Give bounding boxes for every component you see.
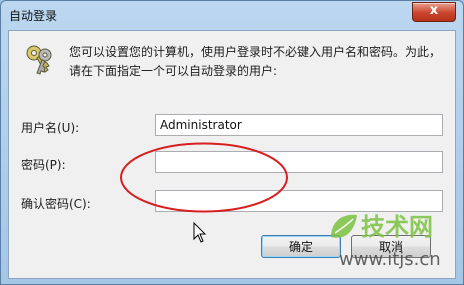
title-bar[interactable]: 自动登录 x xyxy=(1,1,463,29)
password-label: 密码(P): xyxy=(21,158,66,172)
password-field[interactable] xyxy=(155,151,443,173)
ok-button[interactable]: 确定 xyxy=(261,235,341,258)
close-button[interactable]: x xyxy=(412,2,456,22)
confirm-password-field[interactable] xyxy=(155,190,443,212)
cancel-button[interactable]: 取消 xyxy=(351,235,431,258)
close-icon: x xyxy=(429,3,439,18)
keys-icon xyxy=(26,45,52,75)
confirm-password-label: 确认密码(C): xyxy=(21,197,91,211)
dialog-body: 您可以设置您的计算机，使用户登录时不必键入用户名和密码。为此，请在下面指定一个可… xyxy=(8,30,456,279)
window-title: 自动登录 xyxy=(9,9,58,23)
auto-logon-dialog: 自动登录 x 您可以设置您的计算机，使用户登录时不必键入用户名和密码。为此，请在… xyxy=(0,0,464,285)
instruction-text: 您可以设置您的计算机，使用户登录时不必键入用户名和密码。为此，请在下面指定一个可… xyxy=(69,45,442,78)
username-field[interactable] xyxy=(155,114,443,136)
username-label: 用户名(U): xyxy=(21,121,80,135)
